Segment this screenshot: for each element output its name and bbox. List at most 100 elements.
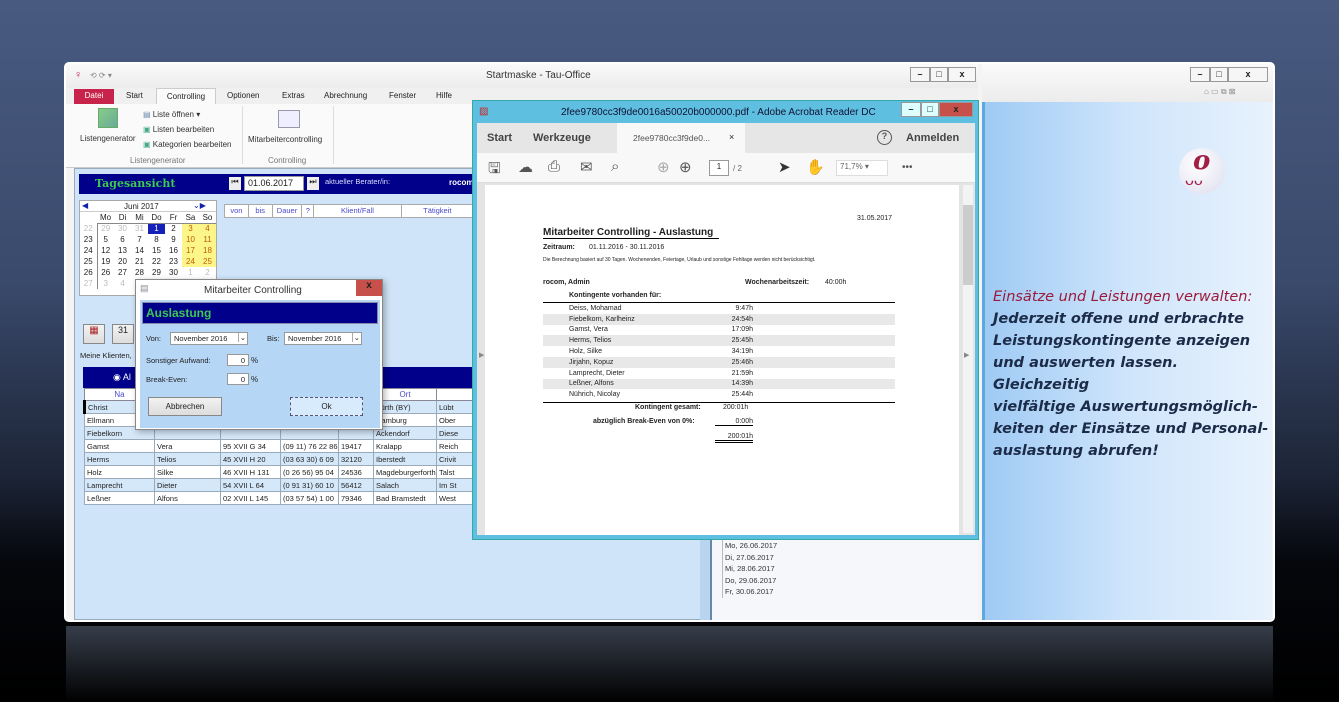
table-cell[interactable]: (0 26 56) 95 04 xyxy=(280,465,339,479)
zoom-select[interactable]: 71,7% ▾ xyxy=(836,160,888,176)
calendar-day[interactable]: 7 xyxy=(131,234,148,245)
signin-button[interactable]: Anmelden xyxy=(906,132,959,144)
calendar-day[interactable]: 25 xyxy=(199,256,216,267)
table-cell[interactable]: Reich xyxy=(436,439,477,453)
bis-select[interactable]: November 2016 ⌄ xyxy=(284,332,362,345)
calendar-button[interactable]: 31 xyxy=(112,324,134,344)
calendar-day[interactable]: 4 xyxy=(199,223,216,234)
listengenerator-button[interactable]: Listengenerator xyxy=(80,134,136,143)
tree-item-date[interactable]: Do, 29.06.2017 xyxy=(722,574,978,586)
table-cell[interactable]: 24536 xyxy=(338,465,374,479)
calendar-day[interactable]: 23 xyxy=(165,256,182,267)
mail-icon[interactable]: ✉ xyxy=(580,158,593,176)
clients-column-header[interactable] xyxy=(436,388,477,401)
calendar-day[interactable]: 14 xyxy=(131,245,148,256)
table-row[interactable]: Leßner Alfons 02 XVII L 145 (03 57 54) 1 00… xyxy=(84,491,477,505)
table-cell[interactable]: Salach xyxy=(373,478,437,492)
promo-maximize-button[interactable]: □ xyxy=(1210,67,1228,82)
schedule-column-header[interactable]: bis xyxy=(249,205,273,217)
aufwand-input[interactable]: 0 xyxy=(227,354,249,366)
calendar-day[interactable]: 19 xyxy=(97,256,114,267)
calendar-day[interactable]: 29 xyxy=(148,267,165,278)
tree-item-date[interactable]: Mi, 28.06.2017 xyxy=(722,563,978,575)
calendar-day[interactable]: 30 xyxy=(165,267,182,278)
calendar-day[interactable]: 1 xyxy=(148,223,165,234)
search-icon[interactable]: ⌕ xyxy=(611,158,619,175)
minimize-button[interactable]: – xyxy=(910,67,930,82)
quick-access-toolbar[interactable]: ⟲ ⟳ ▾ xyxy=(90,71,112,80)
table-cell[interactable]: Talst xyxy=(436,465,477,479)
table-cell[interactable]: 79346 xyxy=(338,491,374,505)
dialog-close-button[interactable]: x xyxy=(356,280,382,296)
date-field[interactable]: 01.06.2017 xyxy=(244,176,304,191)
table-cell[interactable]: Lübt xyxy=(436,400,477,414)
calendar-day[interactable]: 10 xyxy=(182,234,199,245)
pdf-tab-werkzeuge[interactable]: Werkzeuge xyxy=(533,132,591,144)
tree-item-date[interactable]: Mo, 26.06.2017 xyxy=(722,540,978,552)
table-cell[interactable]: (03 63 30) 6 09 xyxy=(280,452,339,466)
cancel-button[interactable]: Abbrechen xyxy=(148,397,222,416)
maximize-button[interactable]: □ xyxy=(930,67,948,82)
tab-optionen[interactable]: Optionen xyxy=(227,91,259,100)
save-icon[interactable]: 🖫 xyxy=(488,158,501,183)
liste-oeffnen-button[interactable]: ▤ Liste öffnen ▾ xyxy=(143,110,200,119)
calendar-day[interactable]: 3 xyxy=(97,278,114,289)
table-cell[interactable]: (0 91 31) 60 10 xyxy=(280,478,339,492)
calendar-day[interactable]: 2 xyxy=(199,267,216,278)
calendar-day[interactable]: 11 xyxy=(199,234,216,245)
promo-close-button[interactable]: x xyxy=(1228,67,1268,82)
radio-all[interactable]: ◉ Al xyxy=(113,372,131,383)
calendar-day[interactable]: 29 xyxy=(97,223,114,234)
schedule-column-header[interactable]: Tätigkeit xyxy=(402,205,474,217)
table-cell[interactable]: Leßner xyxy=(84,491,155,505)
select-cursor-icon[interactable]: ➤ xyxy=(778,158,791,176)
table-cell[interactable]: Holz xyxy=(84,465,155,479)
table-row[interactable]: Holz Silke 46 XVII H 131 (0 26 56) 95 04 245… xyxy=(84,465,477,479)
close-button[interactable]: x xyxy=(948,67,976,82)
table-cell[interactable]: Kralapp xyxy=(373,439,437,453)
calendar-day[interactable]: 20 xyxy=(114,256,131,267)
table-cell[interactable]: 45 XVII H 20 xyxy=(220,452,281,466)
page-number-input[interactable]: 1 xyxy=(709,160,729,176)
tab-fenster[interactable]: Fenster xyxy=(389,91,416,100)
pdf-maximize-button[interactable]: □ xyxy=(921,102,939,117)
table-row[interactable]: Lamprecht Dieter 54 XVII L 64 (0 91 31) 60 … xyxy=(84,478,477,492)
kategorien-bearbeiten-button[interactable]: ▣ Kategorien bearbeiten xyxy=(143,140,232,149)
listen-bearbeiten-button[interactable]: ▣ Listen bearbeiten xyxy=(143,125,214,134)
schedule-column-header[interactable]: von xyxy=(225,205,249,217)
calendar-day[interactable]: 12 xyxy=(97,245,114,256)
prev-month-button[interactable]: ◀ xyxy=(82,201,88,210)
promo-minimize-button[interactable]: – xyxy=(1190,67,1210,82)
calendar-day[interactable]: 9 xyxy=(165,234,182,245)
page-up-icon[interactable]: ⊕ xyxy=(657,158,670,176)
break-even-input[interactable]: 0 xyxy=(227,373,249,385)
calendar-day[interactable]: 26 xyxy=(97,267,114,278)
ok-button[interactable]: Ok xyxy=(290,397,363,416)
calendar-day[interactable]: 13 xyxy=(114,245,131,256)
calendar-day[interactable]: 3 xyxy=(182,223,199,234)
table-row[interactable]: Herms Telios 45 XVII H 20 (03 63 30) 6 09 32… xyxy=(84,452,477,466)
report-button[interactable]: ▦ xyxy=(83,324,105,344)
schedule-column-header[interactable]: Dauer xyxy=(273,205,303,217)
mdi-controls-icon[interactable]: ⌂ ▭ ⧉ ⊠ xyxy=(1204,87,1235,97)
pdf-minimize-button[interactable]: – xyxy=(901,102,921,117)
pdf-tab-start[interactable]: Start xyxy=(487,132,512,144)
table-cell[interactable]: Bad Bramstedt xyxy=(373,491,437,505)
tab-extras[interactable]: Extras xyxy=(282,91,305,100)
prev-page-arrow[interactable]: ▶ xyxy=(479,351,484,359)
table-cell[interactable]: 19417 xyxy=(338,439,374,453)
table-cell[interactable]: West xyxy=(436,491,477,505)
calendar-day[interactable]: 27 xyxy=(114,267,131,278)
table-cell[interactable]: Vera xyxy=(154,439,221,453)
tab-controlling[interactable]: Controlling xyxy=(156,88,216,104)
table-cell[interactable]: Magdeburgerforth xyxy=(373,465,437,479)
tab-datei[interactable]: Datei xyxy=(74,89,114,104)
table-cell[interactable]: 56412 xyxy=(338,478,374,492)
tab-abrechnung[interactable]: Abrechnung xyxy=(324,91,367,100)
table-cell[interactable]: Im St xyxy=(436,478,477,492)
table-cell[interactable]: Gamst xyxy=(84,439,155,453)
calendar-day[interactable]: 21 xyxy=(131,256,148,267)
schedule-column-header[interactable]: ? xyxy=(302,205,315,217)
calendar-day[interactable]: 22 xyxy=(148,256,165,267)
table-cell[interactable]: Dieter xyxy=(154,478,221,492)
